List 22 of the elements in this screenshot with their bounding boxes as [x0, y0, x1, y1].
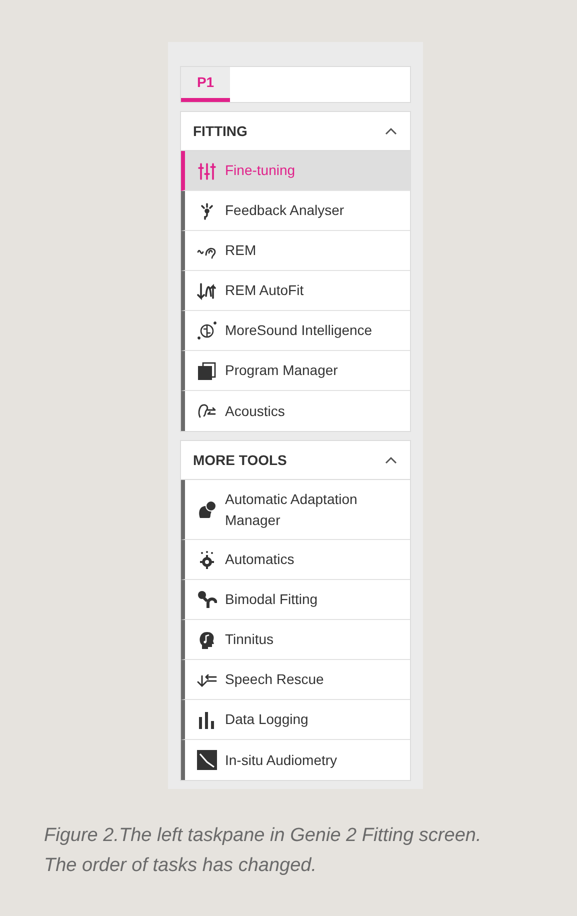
task-item[interactable]: Program Manager	[181, 351, 410, 391]
task-item[interactable]: Speech Rescue	[181, 660, 410, 700]
task-item[interactable]: Data Logging	[181, 700, 410, 740]
stacked-cards-icon	[197, 360, 217, 380]
curve-icon	[197, 750, 217, 770]
task-item[interactable]: Tinnitus	[181, 620, 410, 660]
task-item[interactable]: Automatic Adaptation Manager	[181, 480, 410, 540]
arrows-wave-icon	[197, 280, 217, 300]
task-item[interactable]: Automatics	[181, 540, 410, 580]
task-item[interactable]: MoreSound Intelligence	[181, 311, 410, 351]
hearing-aid-icon	[197, 590, 217, 610]
task-item[interactable]: REM	[181, 231, 410, 271]
sliders-icon	[197, 160, 217, 180]
head-badge-icon	[197, 500, 217, 520]
task-item[interactable]: Feedback Analyser	[181, 191, 410, 231]
bar-chart-icon	[197, 710, 217, 730]
head-note-icon	[197, 630, 217, 650]
program-tab[interactable]: P1	[181, 67, 230, 102]
gear-icon	[197, 550, 217, 570]
figure-caption: Figure 2.The left taskpane in Genie 2 Fitting screen. The order of tasks has changed.	[44, 824, 482, 878]
task-item[interactable]: REM AutoFit	[181, 271, 410, 311]
task-item[interactable]: Bimodal Fitting	[181, 580, 410, 620]
